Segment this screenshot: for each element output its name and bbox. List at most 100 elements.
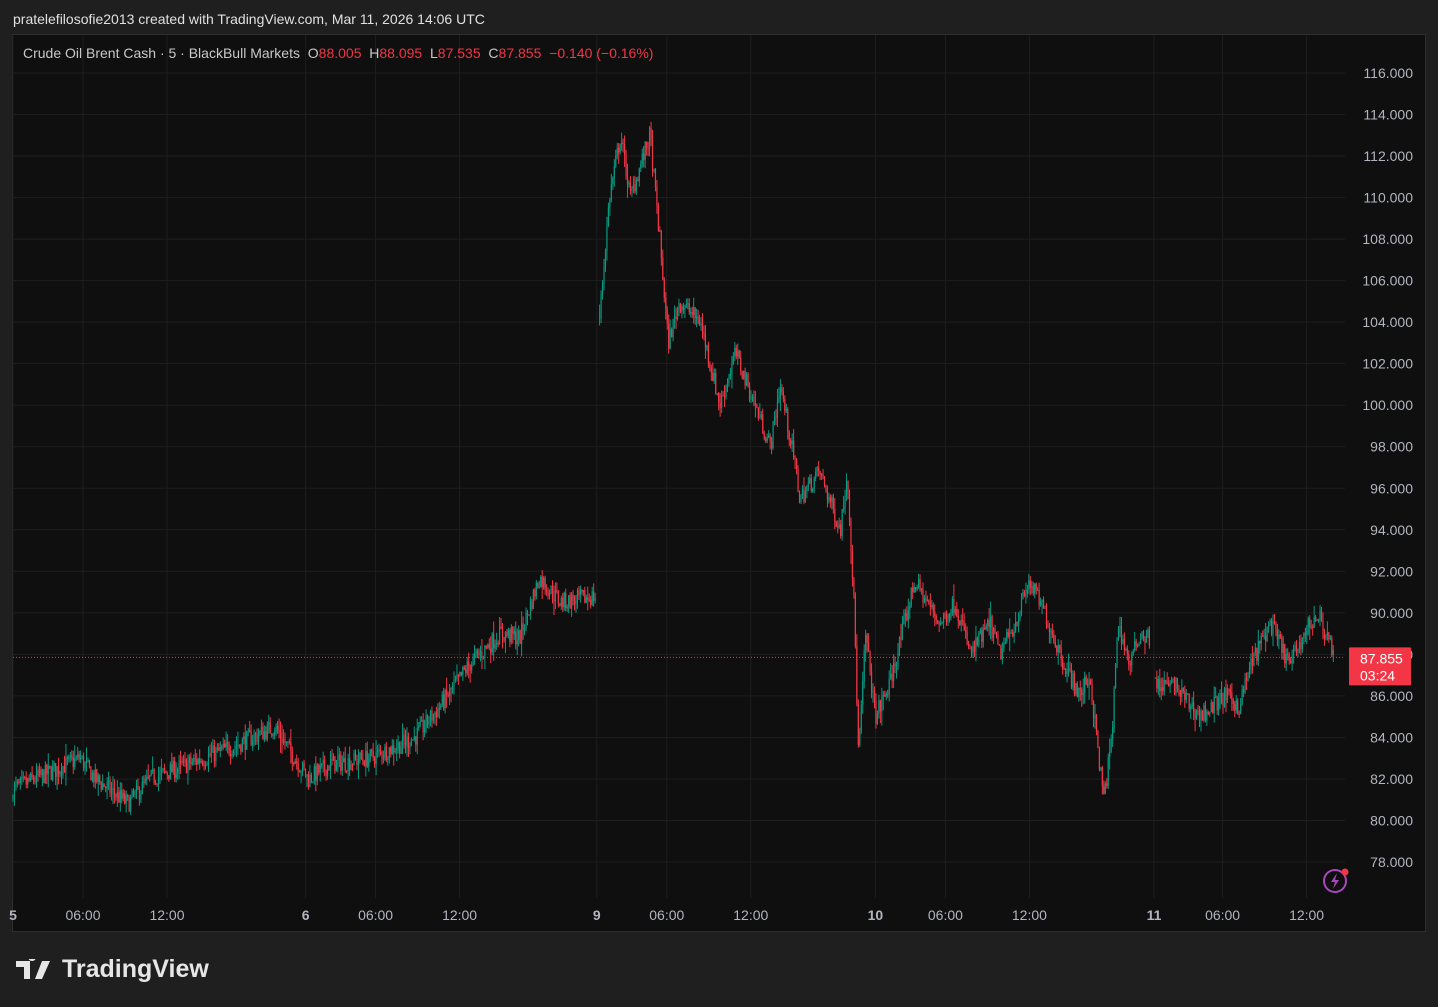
candle-body	[650, 127, 652, 140]
candle-body	[1057, 644, 1059, 653]
candle-body	[488, 644, 490, 649]
candle-body	[1200, 710, 1202, 721]
candle-body	[413, 736, 415, 740]
candle-body	[325, 769, 327, 776]
candle-body	[894, 663, 896, 667]
candle-body	[196, 759, 198, 765]
candle-body	[1114, 665, 1117, 689]
candle-body	[1078, 687, 1080, 698]
candle-body	[816, 466, 818, 472]
candle-body	[50, 767, 52, 780]
candle-body	[1315, 616, 1317, 620]
candle-body	[1232, 700, 1234, 704]
candle-body	[1275, 623, 1277, 631]
candle-body	[291, 750, 293, 763]
change-value: −0.140 (−0.16%)	[549, 45, 654, 61]
candle-body	[159, 771, 161, 777]
candle-body	[735, 347, 737, 357]
candle-body	[82, 756, 85, 769]
candle-body	[1116, 639, 1118, 666]
candle-body	[316, 764, 318, 781]
candle-body	[93, 772, 95, 783]
candle-body	[554, 590, 557, 602]
candle-body	[282, 739, 285, 744]
candle-body	[134, 791, 136, 796]
candle-body	[263, 731, 265, 740]
candle-body	[1028, 580, 1030, 590]
candle-body	[268, 722, 270, 725]
candle-body	[187, 762, 189, 774]
candle-body	[629, 182, 632, 191]
candle-body	[154, 783, 157, 785]
candle-body	[321, 763, 323, 766]
candle-body	[197, 758, 199, 765]
candle-body	[300, 771, 302, 773]
candle-body	[1226, 688, 1229, 701]
candle-body	[553, 599, 555, 602]
candle-body	[1141, 631, 1143, 639]
candle-body	[768, 435, 770, 438]
candle-body	[296, 761, 298, 763]
candle-body	[1023, 592, 1026, 596]
candle-body	[588, 599, 590, 601]
candle-body	[371, 749, 373, 751]
candle-body	[206, 763, 208, 765]
candle-body	[491, 633, 493, 653]
candle-body	[454, 678, 457, 681]
candle-body	[997, 635, 999, 645]
candle-body	[451, 685, 454, 690]
candle-body	[981, 629, 983, 642]
candle-body	[375, 752, 377, 764]
candle-body	[628, 182, 630, 185]
candle-body	[384, 746, 386, 758]
candle-body	[288, 741, 290, 743]
x-tick-label: 06:00	[928, 907, 963, 923]
candle-body	[934, 611, 936, 616]
candle-body	[820, 474, 823, 476]
candle-body	[175, 773, 177, 779]
candle-body	[128, 796, 130, 812]
candle-body	[1085, 676, 1087, 685]
candle-body	[250, 732, 252, 746]
candle-body	[109, 780, 111, 793]
candle-body	[46, 765, 48, 775]
candle-body	[227, 742, 229, 745]
candle-body	[1270, 620, 1273, 635]
candle-body	[309, 774, 311, 787]
candle-body	[415, 736, 417, 745]
candle-body	[1012, 632, 1014, 637]
candle-body	[249, 730, 251, 733]
candle-body	[1050, 630, 1052, 632]
candle-body	[425, 714, 427, 728]
candle-body	[329, 759, 332, 771]
candle-body	[759, 417, 761, 419]
candle-body	[494, 644, 496, 649]
candle-body	[62, 766, 64, 776]
candle-body	[47, 765, 49, 775]
candle-body	[751, 396, 754, 399]
candle-body	[837, 526, 839, 528]
candle-body	[890, 673, 892, 679]
candle-body	[229, 753, 232, 756]
candle-body	[275, 725, 277, 732]
candle-body	[313, 766, 315, 782]
candle-body	[396, 748, 398, 751]
candle-body	[719, 402, 721, 408]
candle-body	[591, 591, 593, 605]
candle-body	[604, 251, 607, 267]
tradingview-logo[interactable]: TradingView	[16, 955, 209, 984]
candle-body	[1165, 680, 1167, 682]
candle-body	[378, 749, 380, 751]
candle-body	[951, 598, 953, 612]
candle-body	[832, 497, 834, 509]
candle-body	[468, 661, 470, 666]
candle-body	[279, 732, 282, 739]
symbol-name[interactable]: Crude Oil Brent Cash · 5 · BlackBull Mar…	[23, 45, 300, 61]
candle-body	[731, 363, 733, 374]
candle-body	[1313, 616, 1315, 628]
candle-body	[362, 758, 364, 762]
candle-body	[1022, 592, 1024, 600]
candle-body	[743, 370, 745, 379]
candlestick-chart[interactable]: 116.000 114.000 112.000 110.000 108.000 106.0…	[0, 0, 1438, 1007]
candle-body	[522, 623, 524, 631]
